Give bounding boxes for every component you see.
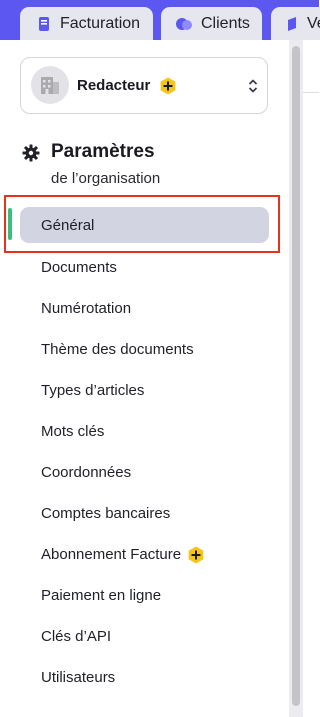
nav-item-label: Documents — [41, 259, 117, 276]
nav-item-label: Clés d’API — [41, 628, 112, 645]
invoice-icon — [39, 16, 49, 31]
nav-item-comptes-bancaires[interactable]: Comptes bancaires — [20, 493, 269, 534]
premium-plus-icon — [160, 77, 176, 95]
nav-item-abonnement-facture[interactable]: Abonnement Facture — [20, 534, 269, 575]
nav-item-general[interactable]: Général — [20, 207, 269, 243]
nav-item-label: Utilisateurs — [41, 669, 116, 686]
nav-item-label: Types d’articles — [41, 382, 145, 399]
section-title: Paramètres — [51, 141, 155, 162]
nav-item-utilisateurs[interactable]: Utilisateurs — [20, 657, 269, 698]
clients-icon — [176, 17, 192, 30]
nav-item-theme-documents[interactable]: Thème des documents — [20, 329, 269, 370]
active-item-marker — [8, 208, 12, 240]
building-icon — [41, 77, 59, 94]
nav-item-label: Abonnement Facture — [41, 546, 182, 563]
tab-label: Clients — [201, 14, 250, 32]
chevron-up-down-icon — [248, 79, 258, 93]
section-subtitle: de l’organisation — [51, 170, 161, 187]
nav-item-mots-cles[interactable]: Mots clés — [20, 411, 269, 452]
premium-plus-icon — [188, 546, 204, 563]
nav-item-label: Thème des documents — [41, 341, 194, 358]
nav-item-label: Numérotation — [41, 300, 132, 317]
tab-ventes[interactable]: Ve — [271, 7, 320, 40]
nav-item-label: Général — [41, 216, 95, 234]
nav-item-types-articles[interactable]: Types d’articles — [20, 370, 269, 411]
main-content-edge — [303, 40, 319, 717]
organization-name: Redacteur — [77, 77, 151, 94]
tab-facturation[interactable]: Facturation — [20, 7, 153, 40]
divider — [303, 92, 319, 93]
settings-nav: Général Documents Numérotation Thème des… — [20, 207, 269, 698]
nav-item-label: Paiement en ligne — [41, 587, 162, 604]
nav-item-label: Coordonnées — [41, 464, 132, 481]
scrollbar-thumb[interactable] — [292, 46, 300, 706]
organization-selector[interactable]: Redacteur — [20, 57, 268, 114]
nav-item-paiement-en-ligne[interactable]: Paiement en ligne — [20, 575, 269, 616]
nav-item-label: Comptes bancaires — [41, 505, 171, 522]
nav-item-cles-api[interactable]: Clés d’API — [20, 616, 269, 657]
top-tab-bar: Facturation Clients Ve — [0, 0, 320, 40]
tab-label: Ve — [307, 14, 320, 32]
tab-label: Facturation — [60, 14, 141, 32]
gear-icon — [22, 144, 40, 162]
nav-item-label: Mots clés — [41, 423, 105, 440]
nav-item-numerotation[interactable]: Numérotation — [20, 288, 269, 329]
settings-sidebar: Redacteur Paramètres de l’organisation G… — [0, 40, 289, 717]
nav-item-documents[interactable]: Documents — [20, 247, 269, 288]
tab-clients[interactable]: Clients — [161, 7, 262, 40]
nav-item-coordonnees[interactable]: Coordonnées — [20, 452, 269, 493]
organization-avatar — [31, 66, 69, 104]
sales-icon — [288, 16, 296, 31]
